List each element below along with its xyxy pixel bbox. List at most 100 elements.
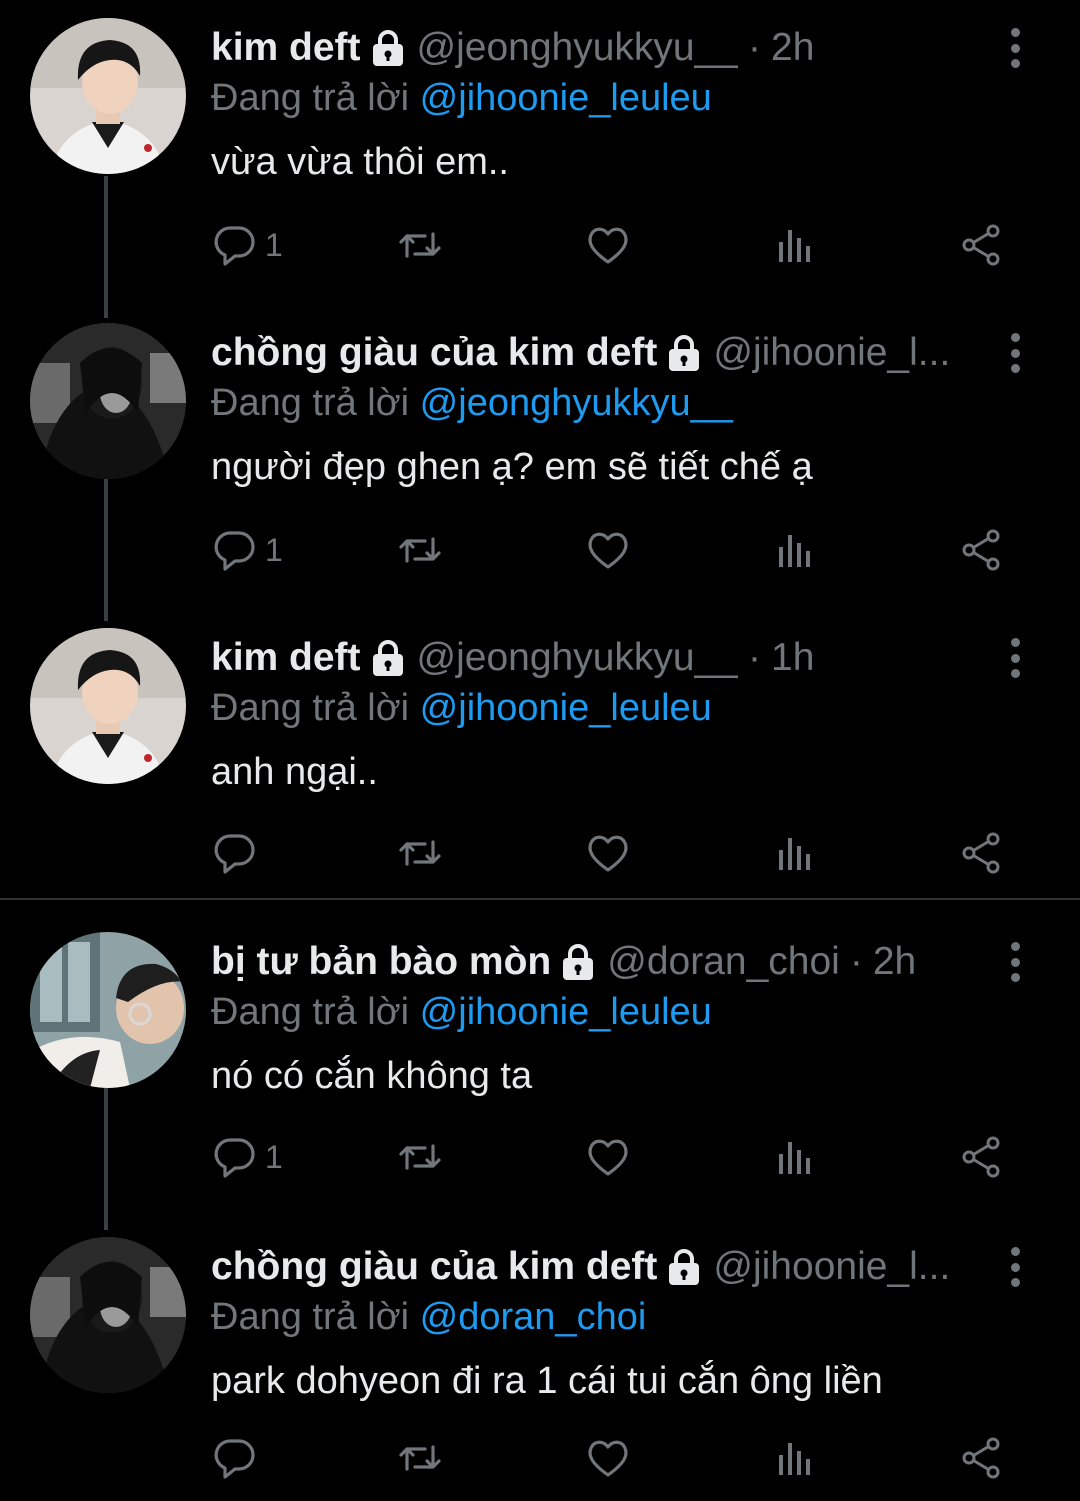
replying-to-handle[interactable]: @doran_choi <box>420 1296 647 1338</box>
more-options-icon[interactable] <box>1000 1247 1030 1287</box>
handle[interactable]: @jihoonie_l... <box>713 327 950 379</box>
thread-connector <box>104 1212 108 1230</box>
share-action[interactable] <box>959 220 1005 270</box>
avatar[interactable] <box>30 628 186 784</box>
lock-icon <box>559 942 597 982</box>
timestamp[interactable]: 2h <box>873 936 916 988</box>
avatar[interactable] <box>30 1237 186 1393</box>
share-action[interactable] <box>959 828 1005 878</box>
tweet-text: vừa vừa thôi em.. <box>211 141 509 183</box>
display-name[interactable]: bị tư bản bào mòn <box>211 936 551 988</box>
retweet-action[interactable] <box>397 220 443 270</box>
handle[interactable]: @jihoonie_l... <box>713 1241 950 1293</box>
more-options-icon[interactable] <box>1000 333 1030 373</box>
like-action[interactable] <box>585 525 631 575</box>
share-action[interactable] <box>959 1132 1005 1182</box>
views-action[interactable] <box>771 828 817 878</box>
separator-dot: · <box>748 636 761 679</box>
thread-connector <box>104 1088 108 1226</box>
views-action[interactable] <box>771 1433 817 1483</box>
more-options-icon[interactable] <box>1000 942 1030 982</box>
bar-chart-icon <box>771 222 817 268</box>
tweet[interactable]: chồng giàu của kim deft @jihoonie_l... Đ… <box>0 298 1080 617</box>
separator-dot: · <box>849 940 863 983</box>
separator-dot: · <box>748 26 761 69</box>
replying-to-handle[interactable]: @jihoonie_leuleu <box>420 77 712 119</box>
like-action[interactable] <box>585 1433 631 1483</box>
thread-connector <box>104 479 108 617</box>
handle[interactable]: @jeonghyukkyu__ <box>417 632 738 684</box>
display-name[interactable]: kim deft <box>211 632 361 684</box>
tweet-text: anh ngại.. <box>211 751 378 793</box>
bar-chart-icon <box>771 1134 817 1180</box>
replying-to-handle[interactable]: @jihoonie_leuleu <box>420 991 712 1033</box>
avatar[interactable] <box>30 932 186 1088</box>
replying-to-label: Đang trả lời <box>211 991 410 1033</box>
avatar[interactable] <box>30 323 186 479</box>
share-icon <box>959 222 1005 268</box>
tweet-header: chồng giàu của kim deft @jihoonie_l... <box>211 327 1020 379</box>
retweet-icon <box>397 1435 443 1481</box>
reply-action[interactable]: 1 <box>211 1132 283 1182</box>
reply-action[interactable] <box>211 1433 265 1483</box>
replying-to-handle[interactable]: @jeonghyukkyu__ <box>420 382 733 424</box>
views-action[interactable] <box>771 525 817 575</box>
avatar[interactable] <box>30 18 186 174</box>
like-action[interactable] <box>585 828 631 878</box>
replying-to-handle[interactable]: @jihoonie_leuleu <box>420 687 712 729</box>
bar-chart-icon <box>771 1435 817 1481</box>
reply-action[interactable] <box>211 828 265 878</box>
tweet-text: người đẹp ghen ạ? em sẽ tiết chế ạ <box>211 446 813 488</box>
handle[interactable]: @jeonghyukkyu__ <box>417 22 738 74</box>
reply-count: 1 <box>265 531 283 568</box>
avatar-boy-image <box>30 628 186 784</box>
views-action[interactable] <box>771 220 817 270</box>
lock-icon <box>665 1247 703 1287</box>
reply-count: 1 <box>265 1138 283 1175</box>
views-action[interactable] <box>771 1132 817 1182</box>
share-action[interactable] <box>959 525 1005 575</box>
replying-to-label: Đang trả lời <box>211 77 410 119</box>
display-name[interactable]: chồng giàu của kim deft <box>211 1241 657 1293</box>
reply-count: 1 <box>265 226 283 263</box>
like-action[interactable] <box>585 1132 631 1182</box>
tweet-header: chồng giàu của kim deft @jihoonie_l... <box>211 1241 1020 1293</box>
tweet[interactable]: kim deft @jeonghyukkyu__ · 2h Đang trả l… <box>0 0 1080 306</box>
lock-icon <box>665 333 703 373</box>
reply-action[interactable]: 1 <box>211 220 283 270</box>
display-name[interactable]: kim deft <box>211 22 361 74</box>
lock-icon <box>369 28 407 68</box>
share-icon <box>959 1134 1005 1180</box>
share-action[interactable] <box>959 1433 1005 1483</box>
replying-to-line: Đang trả lời @jihoonie_leuleu <box>211 684 1020 732</box>
more-options-icon[interactable] <box>1000 28 1030 68</box>
more-options-icon[interactable] <box>1000 638 1030 678</box>
heart-icon <box>585 222 631 268</box>
retweet-action[interactable] <box>397 525 443 575</box>
display-name[interactable]: chồng giàu của kim deft <box>211 327 657 379</box>
retweet-action[interactable] <box>397 1132 443 1182</box>
heart-icon <box>585 830 631 876</box>
bar-chart-icon <box>771 830 817 876</box>
share-icon <box>959 1435 1005 1481</box>
like-action[interactable] <box>585 220 631 270</box>
share-icon <box>959 527 1005 573</box>
replying-to-label: Đang trả lời <box>211 382 410 424</box>
bar-chart-icon <box>771 527 817 573</box>
speech-bubble-icon <box>211 830 257 876</box>
tweet[interactable]: bị tư bản bào mòn @doran_choi · 2h Đang … <box>0 914 1080 1226</box>
tweet[interactable]: kim deft @jeonghyukkyu__ · 1h Đang trả l… <box>0 603 1080 898</box>
handle[interactable]: @doran_choi <box>607 936 840 988</box>
reply-action[interactable]: 1 <box>211 525 283 575</box>
avatar-hooded-image <box>30 1237 186 1393</box>
replying-to-line: Đang trả lời @jeonghyukkyu__ <box>211 379 1020 427</box>
avatar-glasses-image <box>30 932 186 1088</box>
retweet-action[interactable] <box>397 828 443 878</box>
retweet-action[interactable] <box>397 1433 443 1483</box>
timestamp[interactable]: 2h <box>771 22 814 74</box>
tweet[interactable]: chồng giàu của kim deft @jihoonie_l... Đ… <box>0 1212 1080 1501</box>
conversation-divider <box>0 898 1080 900</box>
tweet-text: nó có cắn không ta <box>211 1055 533 1097</box>
timestamp[interactable]: 1h <box>771 632 814 684</box>
replying-to-label: Đang trả lời <box>211 687 410 729</box>
